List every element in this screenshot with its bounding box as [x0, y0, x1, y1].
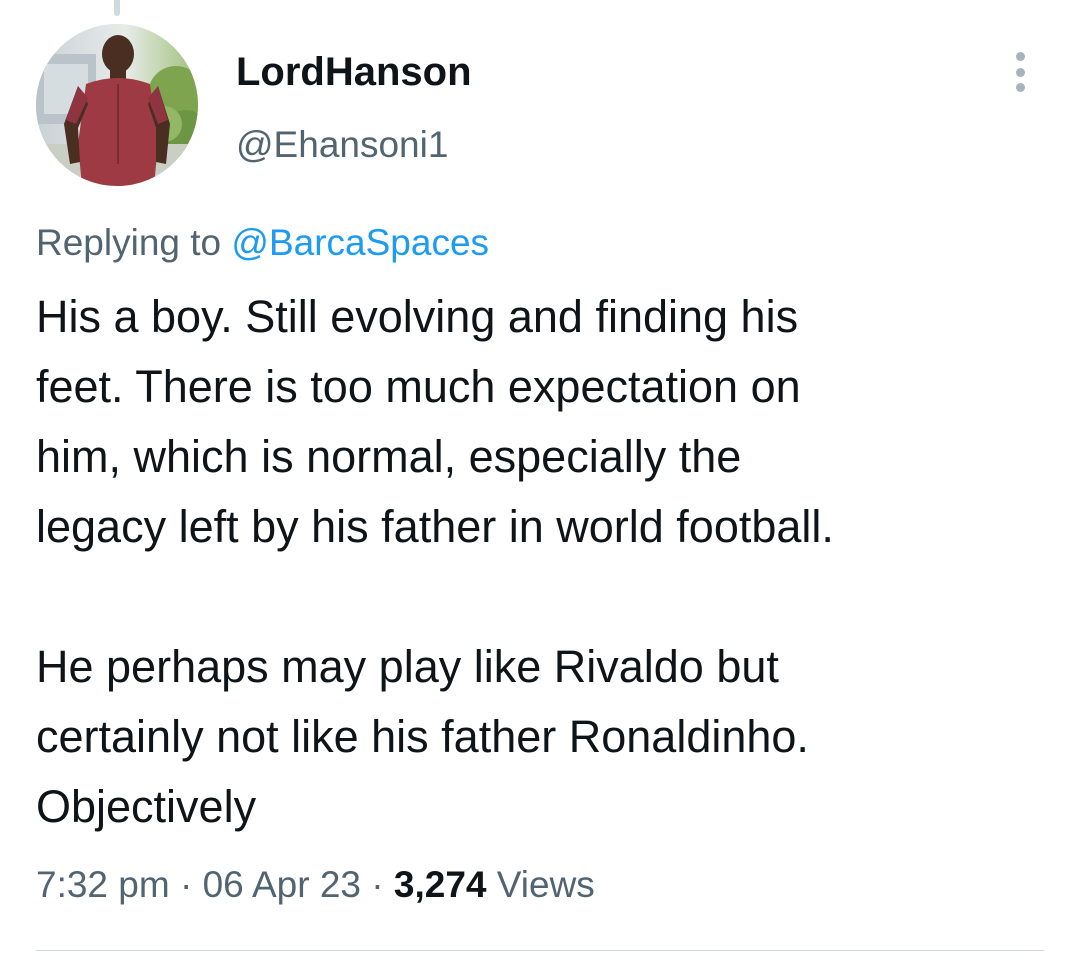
more-vertical-icon [1015, 52, 1025, 61]
user-handle[interactable]: @Ehansoni1 [236, 124, 448, 166]
tweet-time[interactable]: 7:32 pm [36, 864, 170, 905]
avatar-image [36, 24, 198, 186]
tweet-line: him, which is normal, especially the [36, 431, 742, 482]
thread-connector-line [114, 0, 120, 16]
views-label[interactable]: Views [497, 864, 595, 905]
tweet-line: feet. There is too much expectation on [36, 361, 801, 412]
views-count[interactable]: 3,274 [394, 864, 487, 905]
reply-mention-link[interactable]: @BarcaSpaces [231, 222, 489, 263]
display-name[interactable]: LordHanson [236, 50, 472, 95]
tweet-line: Objectively [36, 781, 257, 832]
meta-separator: · [371, 864, 384, 905]
more-vertical-icon [1015, 83, 1025, 92]
tweet-line: legacy left by his father in world footb… [36, 501, 834, 552]
more-vertical-icon [1015, 67, 1025, 77]
tweet-meta: 7:32 pm · 06 Apr 23 · 3,274 Views [36, 864, 595, 906]
tweet-paragraph: His a boy. Still evolving and finding hi… [36, 282, 1056, 562]
tweet-line: His a boy. Still evolving and finding hi… [36, 291, 799, 342]
divider [36, 950, 1044, 951]
tweet-text: His a boy. Still evolving and finding hi… [36, 282, 1056, 842]
tweet-line: certainly not like his father Ronaldinho… [36, 711, 809, 762]
replying-to-label: Replying to [36, 222, 222, 263]
tweet-date[interactable]: 06 Apr 23 [203, 864, 361, 905]
avatar[interactable] [36, 24, 198, 186]
tweet-line: He perhaps may play like Rivaldo but [36, 641, 779, 692]
tweet-paragraph: He perhaps may play like Rivaldo but cer… [36, 632, 1056, 842]
replying-to: Replying to @BarcaSpaces [36, 222, 489, 264]
more-options-button[interactable] [1002, 50, 1038, 94]
meta-separator: · [179, 864, 193, 905]
